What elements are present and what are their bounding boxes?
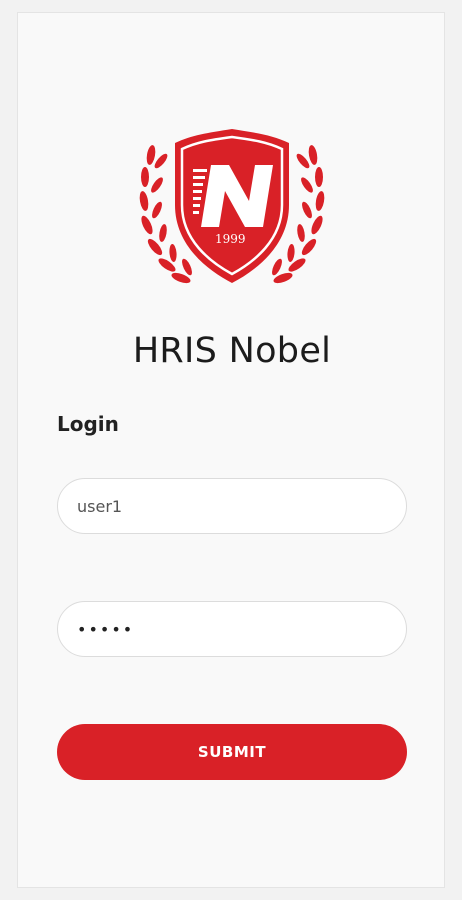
submit-button[interactable]: SUBMIT <box>57 724 407 780</box>
login-heading: Login <box>57 412 119 436</box>
app-title: HRIS Nobel <box>132 331 332 371</box>
logo-year-label: 1999 <box>215 232 246 246</box>
login-card: 1999 HRIS Nobel Login SUBMIT <box>17 12 445 888</box>
password-input[interactable] <box>57 601 407 657</box>
username-input[interactable] <box>57 478 407 534</box>
nobel-logo-icon <box>139 129 325 284</box>
